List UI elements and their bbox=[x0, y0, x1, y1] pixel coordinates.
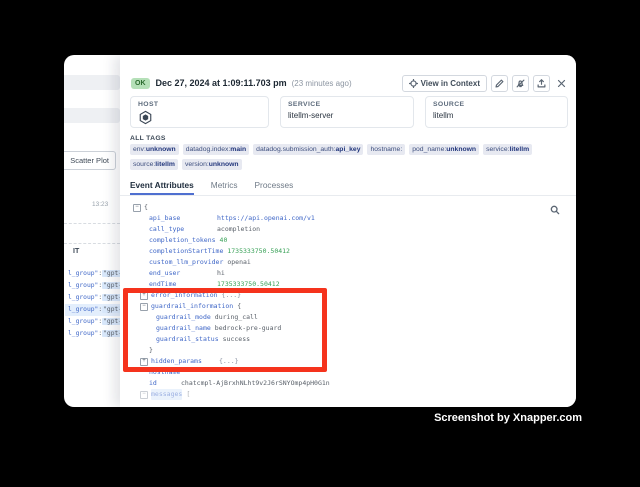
attribute-row-hidden_params[interactable]: +hidden_params{...} bbox=[120, 356, 576, 367]
view-in-context-button[interactable]: View in Context bbox=[402, 75, 487, 92]
close-icon bbox=[557, 79, 566, 88]
edit-button[interactable] bbox=[491, 75, 508, 92]
time-axis-tick: 13:23 bbox=[92, 201, 108, 208]
attribute-row-custom_llm_provider[interactable]: custom_llm_provideropenai bbox=[120, 257, 576, 268]
expand-icon[interactable]: + bbox=[140, 358, 148, 366]
panel-header: OK Dec 27, 2024 at 1:09:11.703 pm (23 mi… bbox=[131, 74, 568, 92]
chart-gridline bbox=[64, 243, 120, 244]
all-tags-label: ALL TAGS bbox=[130, 135, 166, 142]
attribute-row-guardrail_name[interactable]: guardrail_namebedrock-pre-guard bbox=[120, 323, 576, 334]
status-badge: OK bbox=[131, 78, 150, 89]
collapse-icon[interactable]: − bbox=[140, 391, 148, 399]
watermark: Screenshot by Xnapper.com bbox=[434, 412, 582, 424]
tag-pill[interactable]: hostname: bbox=[367, 144, 405, 155]
collapse-icon[interactable]: − bbox=[133, 204, 141, 212]
source-card-value: litellm bbox=[433, 111, 560, 120]
header-actions: View in Context bbox=[402, 75, 568, 92]
attribute-row-error_information[interactable]: +error_information{...} bbox=[120, 290, 576, 301]
host-card[interactable]: HOST bbox=[130, 96, 269, 128]
export-icon bbox=[537, 79, 546, 88]
host-card-label: HOST bbox=[138, 101, 261, 108]
service-card-label: SERVICE bbox=[288, 101, 406, 108]
attribute-row-endTime[interactable]: endTime1735333750.50412 bbox=[120, 279, 576, 290]
tag-list: env:unknown datadog.index:main datadog.sub… bbox=[130, 144, 568, 170]
summary-cards: HOST SERVICE litellm-server SOURCE litel… bbox=[130, 96, 568, 128]
tag-pill[interactable]: env:unknown bbox=[130, 144, 179, 155]
attribute-row-guardrail_mode[interactable]: guardrail_modeduring_call bbox=[120, 312, 576, 323]
tag-pill[interactable]: datadog.index:main bbox=[183, 144, 249, 155]
app-window: Scatter Plot 13:23 IT l_group":"gpt-4ol_… bbox=[64, 55, 576, 407]
chart-gridline bbox=[64, 223, 120, 224]
attribute-row-guardrail_information[interactable]: −guardrail_information{ bbox=[120, 301, 576, 312]
scope-icon bbox=[409, 79, 418, 88]
collapse-icon[interactable]: − bbox=[140, 303, 148, 311]
tab-event-attributes[interactable]: Event Attributes bbox=[130, 180, 194, 195]
event-timestamp-title: Dec 27, 2024 at 1:09:11.703 pm bbox=[156, 78, 287, 88]
bell-slash-icon bbox=[516, 79, 525, 88]
relative-time: (23 minutes ago) bbox=[292, 79, 352, 88]
event-detail-panel: OK Dec 27, 2024 at 1:09:11.703 pm (23 mi… bbox=[120, 55, 576, 407]
clipped-toolbar-row bbox=[64, 108, 120, 123]
clipped-toolbar-row bbox=[64, 75, 120, 90]
pencil-icon bbox=[495, 79, 504, 88]
attribute-row-completion_tokens[interactable]: completion_tokens40 bbox=[120, 235, 576, 246]
attribute-row-guardrail_status[interactable]: guardrail_statussuccess bbox=[120, 334, 576, 345]
tag-pill[interactable]: service:litellm bbox=[483, 144, 532, 155]
attributes-json-tree: −{api_basehttps://api.openai.com/v1call_… bbox=[120, 202, 576, 407]
expand-icon[interactable]: + bbox=[140, 292, 148, 300]
source-card[interactable]: SOURCE litellm bbox=[425, 96, 568, 128]
attribute-row-end_user[interactable]: end_userhi bbox=[120, 268, 576, 279]
tag-pill[interactable]: pod_name:unknown bbox=[409, 144, 479, 155]
attribute-row-hostname[interactable]: hostname bbox=[120, 367, 576, 378]
search-icon[interactable] bbox=[550, 205, 560, 215]
host-hexagon-icon bbox=[138, 110, 153, 125]
service-card[interactable]: SERVICE litellm-server bbox=[280, 96, 414, 128]
attribute-row-api_base[interactable]: api_basehttps://api.openai.com/v1 bbox=[120, 213, 576, 224]
facet-list-header: IT bbox=[73, 248, 79, 255]
attribute-row-id[interactable]: idchatcmpl-AjBrxhNLht9v2J6rSNYOmp4pH0G1n bbox=[120, 378, 576, 389]
source-card-label: SOURCE bbox=[433, 101, 560, 108]
attribute-row-completionStartTime[interactable]: completionStartTime1735333750.50412 bbox=[120, 246, 576, 257]
view-in-context-label: View in Context bbox=[421, 79, 480, 88]
close-button[interactable] bbox=[554, 76, 568, 90]
tag-pill[interactable]: version:unknown bbox=[182, 159, 242, 170]
scatter-plot-button[interactable]: Scatter Plot bbox=[64, 151, 116, 170]
attribute-row-call_type[interactable]: call_typeacompletion bbox=[120, 224, 576, 235]
attribute-row-messages[interactable]: −messages[ bbox=[120, 389, 576, 400]
export-button[interactable] bbox=[533, 75, 550, 92]
tag-pill[interactable]: datadog.submission_auth:api_key bbox=[253, 144, 363, 155]
attribute-row[interactable]: −{ bbox=[120, 202, 576, 213]
service-card-value: litellm-server bbox=[288, 111, 406, 120]
tab-metrics[interactable]: Metrics bbox=[211, 180, 238, 195]
panel-tabs: Event Attributes Metrics Processes bbox=[120, 176, 576, 196]
tag-pill[interactable]: source:litellm bbox=[130, 159, 178, 170]
tab-processes[interactable]: Processes bbox=[255, 180, 294, 195]
mute-button[interactable] bbox=[512, 75, 529, 92]
attribute-row[interactable]: } bbox=[120, 345, 576, 356]
